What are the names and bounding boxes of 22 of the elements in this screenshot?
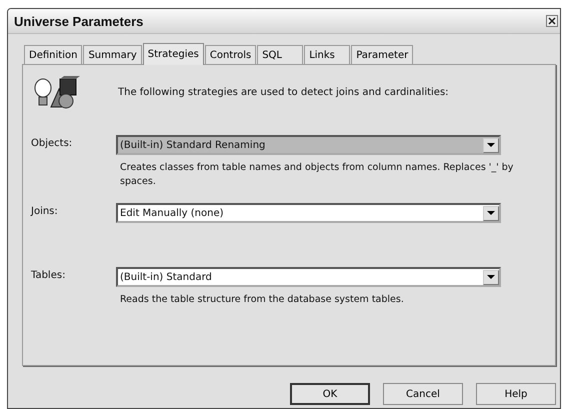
tab[interactable]: Controls [204,45,256,64]
bulb-and-shapes-icon [33,75,81,109]
dialog-button[interactable]: Cancel [383,383,463,405]
field-label: Tables: [31,269,66,283]
intro-text: The following strategies are used to detect joins and cardinalities: [118,86,449,98]
dialog-button[interactable]: OK [290,383,370,405]
dropdown[interactable]: (Built-in) Standard [116,267,501,287]
tab[interactable]: Links [304,45,350,64]
description-text: Creates classes from table names and objects from column names. Replaces '_' by spaces. [119,161,514,189]
dropdown[interactable]: (Built-in) Standard Renaming [116,135,501,155]
field-label: Objects: [31,137,74,151]
window-title: Universe Parameters [14,14,144,28]
tab[interactable]: Definition [24,45,82,64]
tab[interactable]: SQL [257,45,304,64]
tab[interactable]: Summary [83,45,142,64]
tab[interactable]: Parameter [351,45,414,64]
dialog-button[interactable]: Help [476,383,556,405]
dropdown[interactable]: Edit Manually (none) [116,203,501,223]
description-text: Reads the table structure from the database system tables. [119,293,405,307]
field-label: Joins: [31,205,59,219]
close-icon[interactable] [546,15,558,27]
tab[interactable]: Strategies [142,43,204,65]
